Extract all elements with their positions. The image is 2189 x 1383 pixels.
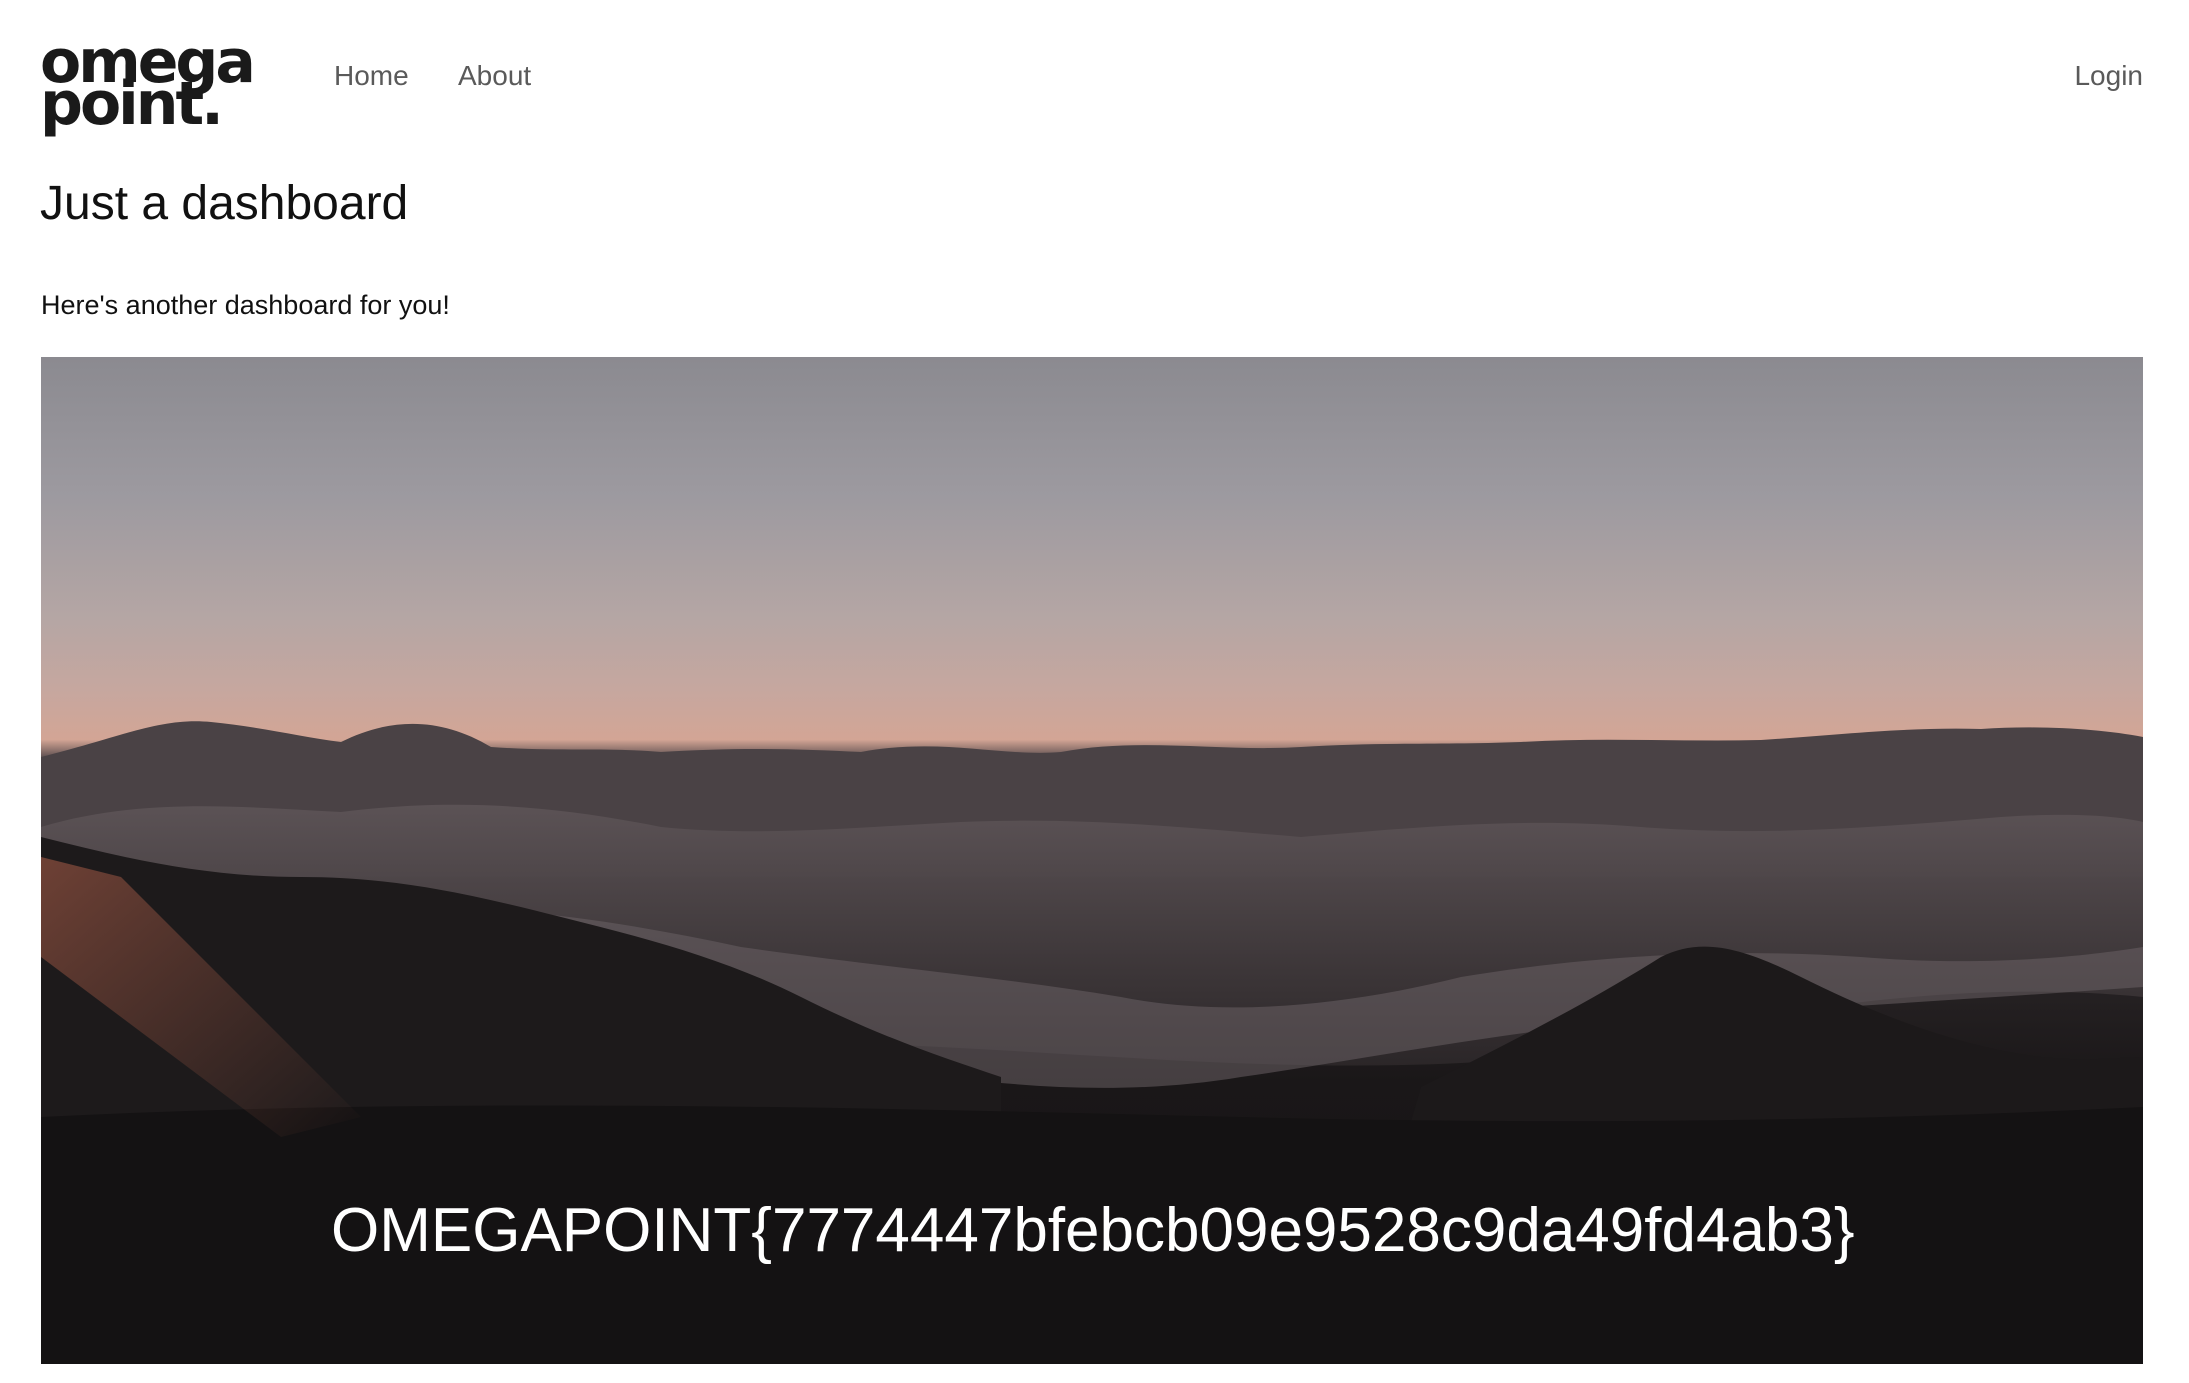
page-title: Just a dashboard	[40, 177, 409, 230]
hero-image: OMEGAPOINT{7774447bfebcb09e9528c9da49fd4…	[41, 357, 2143, 1364]
nav-home-link[interactable]: Home	[334, 58, 409, 94]
hero-caption: OMEGAPOINT{7774447bfebcb09e9528c9da49fd4…	[331, 1196, 1855, 1265]
nav-login-link[interactable]: Login	[2074, 58, 2143, 94]
navbar: omega point. Home About Login	[0, 0, 2189, 150]
page: omega point. Home About Login Just a das…	[0, 0, 2189, 1383]
logo-link[interactable]: omega point.	[40, 28, 260, 134]
nav-about-link[interactable]: About	[458, 58, 531, 94]
logo-line-2: point.	[40, 69, 224, 139]
intro-text: Here's another dashboard for you!	[41, 290, 450, 320]
